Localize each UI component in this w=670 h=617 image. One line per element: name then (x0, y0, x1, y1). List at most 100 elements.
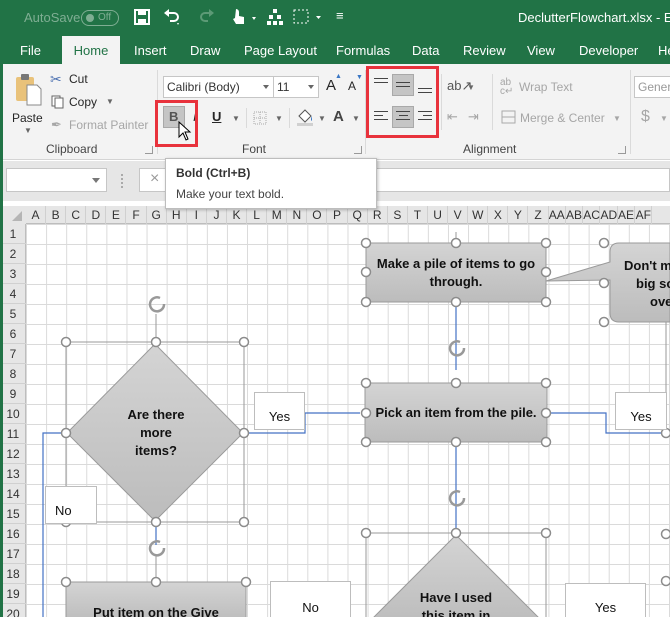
tab-data[interactable]: Data (412, 43, 439, 58)
merge-center-button[interactable]: Merge & Center ▼ (500, 109, 621, 127)
no-bottom-label-box[interactable]: No (270, 581, 351, 617)
row-header[interactable]: 14 (0, 484, 26, 504)
row-header[interactable]: 20 (0, 604, 26, 617)
row-header[interactable]: 6 (0, 324, 26, 344)
row-header[interactable]: 2 (0, 244, 26, 264)
row-header[interactable]: 16 (0, 524, 26, 544)
row-header[interactable]: 12 (0, 444, 26, 464)
tab-insert[interactable]: Insert (134, 43, 167, 58)
formula-bar-grip[interactable] (121, 174, 123, 188)
tab-developer[interactable]: Developer (579, 43, 638, 58)
column-header[interactable]: Y (508, 206, 529, 224)
yes-right-label-box[interactable]: Yes (615, 392, 667, 430)
callout-text[interactable]: Don't m big so ove (618, 257, 670, 311)
pick-item-text[interactable]: Pick an item from the pile. (365, 404, 547, 422)
row-header[interactable]: 8 (0, 364, 26, 384)
font-color-dropdown-icon[interactable]: ▼ (352, 114, 360, 123)
tab-help[interactable]: He (658, 43, 670, 58)
column-header[interactable]: B (46, 206, 67, 224)
row-header[interactable]: 3 (0, 264, 26, 284)
undo-icon[interactable] (163, 9, 181, 25)
select-all-button[interactable] (0, 206, 26, 224)
row-header[interactable]: 13 (0, 464, 26, 484)
give-text[interactable]: Put item on the Give (66, 604, 246, 617)
borders-icon[interactable] (253, 111, 267, 125)
row-header[interactable]: 9 (0, 384, 26, 404)
increase-indent-button[interactable]: ⇥ (468, 109, 479, 125)
make-pile-text[interactable]: Make a pile of items to go through. (366, 255, 546, 291)
font-size-combo[interactable]: 11 (273, 76, 319, 98)
row-header[interactable]: 7 (0, 344, 26, 364)
wrap-text-button[interactable]: ab c↵ Wrap Text (500, 78, 580, 97)
tab-file[interactable]: File (20, 43, 41, 58)
row-header[interactable]: 17 (0, 544, 26, 564)
column-header[interactable]: U (428, 206, 449, 224)
cut-button[interactable]: ✂ Cut (50, 71, 100, 90)
column-header[interactable]: AB (566, 206, 584, 224)
shrink-font-button[interactable]: A (348, 79, 356, 93)
select-shapes-icon[interactable] (292, 8, 324, 26)
column-header[interactable]: AF (635, 206, 653, 224)
merge-dropdown-icon[interactable]: ▼ (613, 114, 621, 123)
paste-button[interactable]: Paste ▼ (8, 70, 46, 135)
orientation-dropdown-icon[interactable]: ▼ (467, 83, 475, 92)
save-icon[interactable] (134, 9, 150, 25)
more-items-text[interactable]: Are there more items? (110, 406, 202, 460)
column-header[interactable]: S (388, 206, 408, 224)
touch-mode-icon[interactable] (230, 7, 258, 27)
column-header[interactable]: W (468, 206, 489, 224)
row-header[interactable]: 15 (0, 504, 26, 524)
copy-button[interactable]: Copy ▼ (50, 94, 116, 112)
column-header[interactable]: Z (529, 206, 549, 224)
tab-page-layout[interactable]: Page Layout (244, 43, 317, 58)
copy-dropdown-icon[interactable]: ▼ (106, 97, 114, 106)
column-header[interactable]: AD (601, 206, 618, 224)
currency-dropdown-icon[interactable]: ▼ (660, 114, 668, 123)
font-launcher-icon[interactable] (354, 146, 362, 154)
font-color-button[interactable]: A (333, 108, 344, 125)
yes-bottom-label-box[interactable]: Yes (565, 583, 646, 617)
column-header[interactable]: A (26, 206, 47, 224)
row-header[interactable]: 1 (0, 224, 26, 244)
column-header[interactable]: AC (583, 206, 601, 224)
currency-button[interactable]: $ (641, 108, 650, 126)
paste-dropdown-icon[interactable]: ▼ (24, 126, 32, 135)
fill-color-icon[interactable] (296, 108, 314, 126)
clipboard-launcher-icon[interactable] (145, 146, 153, 154)
column-header[interactable]: E (106, 206, 127, 224)
borders-dropdown-icon[interactable]: ▼ (275, 114, 283, 123)
column-header[interactable]: AE (618, 206, 636, 224)
column-header[interactable]: D (86, 206, 107, 224)
autosave-toggle[interactable]: Off (81, 10, 119, 26)
number-format-combo[interactable]: Genera (634, 76, 670, 98)
fill-color-dropdown-icon[interactable]: ▼ (318, 114, 326, 123)
row-header[interactable]: 10 (0, 404, 26, 424)
tab-draw[interactable]: Draw (190, 43, 220, 58)
row-header[interactable]: 4 (0, 284, 26, 304)
column-header[interactable]: G (147, 206, 167, 224)
used-item-text[interactable]: Have I used this item in (400, 589, 512, 617)
font-name-combo[interactable]: Calibri (Body) (163, 76, 274, 98)
row-header[interactable]: 18 (0, 564, 26, 584)
column-header[interactable]: X (488, 206, 509, 224)
yes-label-box[interactable]: Yes (254, 392, 305, 430)
no-label-box[interactable]: No (45, 486, 97, 524)
name-box[interactable] (6, 168, 107, 192)
tab-formulas[interactable]: Formulas (336, 43, 390, 58)
tab-view[interactable]: View (527, 43, 555, 58)
tab-review[interactable]: Review (463, 43, 506, 58)
cancel-icon[interactable]: × (150, 170, 159, 188)
tab-home[interactable]: Home (62, 36, 120, 64)
underline-button[interactable]: U (212, 109, 221, 124)
column-header[interactable]: T (408, 206, 428, 224)
hierarchy-icon[interactable] (266, 8, 284, 26)
alignment-launcher-icon[interactable] (618, 146, 626, 154)
decrease-indent-button[interactable]: ⇤ (447, 109, 458, 125)
row-header[interactable]: 19 (0, 584, 26, 604)
column-header[interactable]: C (66, 206, 87, 224)
column-header[interactable]: V (448, 206, 469, 224)
row-header[interactable]: 11 (0, 424, 26, 444)
row-header[interactable]: 5 (0, 304, 26, 324)
underline-dropdown-icon[interactable]: ▼ (232, 114, 240, 123)
column-header[interactable]: F (127, 206, 147, 224)
